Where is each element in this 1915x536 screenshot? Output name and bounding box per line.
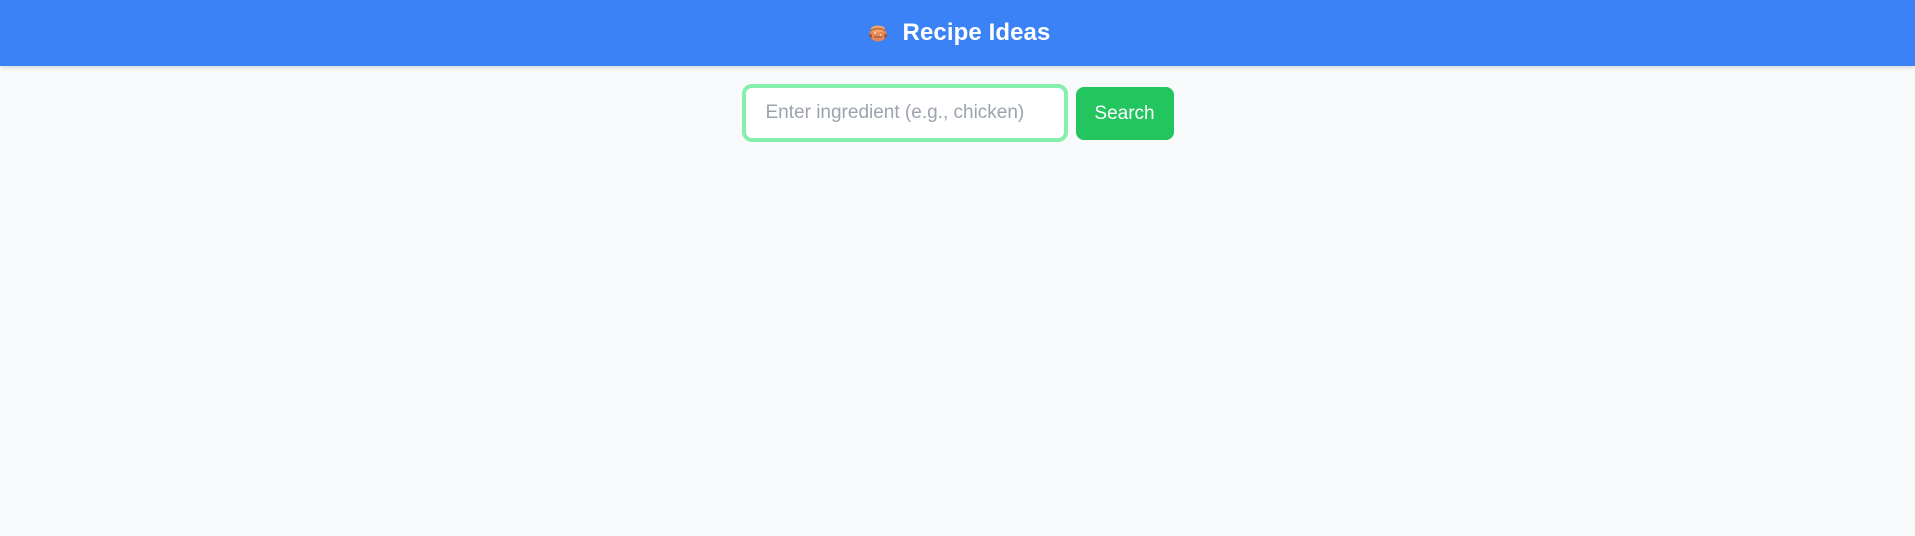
search-bar: Search <box>0 84 1915 142</box>
search-button[interactable]: Search <box>1075 87 1174 140</box>
page-title: Recipe Ideas <box>902 19 1051 46</box>
ingredient-search-input[interactable] <box>741 84 1068 142</box>
cooking-pot-icon <box>865 20 891 46</box>
app-header: Recipe Ideas <box>0 0 1915 66</box>
app-title-group: Recipe Ideas <box>865 19 1051 47</box>
